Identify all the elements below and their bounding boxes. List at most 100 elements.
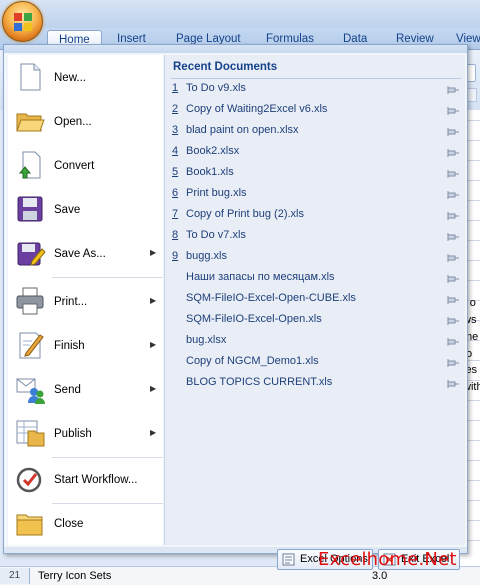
recent-document-item[interactable]: 5 Book1.xls bbox=[172, 163, 462, 181]
recent-document-number: 5 bbox=[172, 166, 179, 178]
submenu-arrow-icon: ▶ bbox=[150, 428, 157, 437]
recent-document-item[interactable]: 8 To Do v7.xls bbox=[172, 226, 462, 244]
recent-document-name: Copy of Waiting2Excel v6.xls bbox=[186, 103, 328, 115]
menu-commands-pane: New... Open... Convert Save Save As... ▶… bbox=[8, 55, 163, 545]
recent-document-name: Book1.xls bbox=[186, 166, 234, 178]
options-icon bbox=[282, 553, 295, 566]
recent-document-item[interactable]: 2 Copy of Waiting2Excel v6.xls bbox=[172, 100, 462, 118]
row-header[interactable]: 21 bbox=[0, 568, 30, 584]
menu-item-send[interactable]: Send ▶ bbox=[8, 367, 163, 411]
finish-document-icon bbox=[14, 329, 46, 361]
menu-item-label: Send bbox=[54, 384, 81, 396]
recent-document-item[interactable]: 9 bugg.xls bbox=[172, 247, 462, 265]
recent-document-name: SQM-FileIO-Excel-Open.xls bbox=[186, 313, 322, 325]
office-menu: New... Open... Convert Save Save As... ▶… bbox=[3, 44, 468, 554]
office-button[interactable] bbox=[2, 1, 43, 42]
menu-item-label: Save As... bbox=[54, 248, 106, 260]
excel-window: Home Insert Page Layout Formulas Data Re… bbox=[0, 0, 480, 585]
pin-icon[interactable] bbox=[446, 314, 460, 325]
recent-document-item[interactable]: bug.xlsx bbox=[172, 331, 462, 349]
recent-document-number: 3 bbox=[172, 124, 179, 136]
menu-item-label: Finish bbox=[54, 340, 85, 352]
submenu-arrow-icon: ▶ bbox=[150, 296, 157, 305]
recent-document-number: 8 bbox=[172, 229, 179, 241]
pin-icon[interactable] bbox=[446, 83, 460, 94]
pin-icon[interactable] bbox=[446, 209, 460, 220]
pin-icon[interactable] bbox=[446, 146, 460, 157]
recent-document-item[interactable]: SQM-FileIO-Excel-Open.xls bbox=[172, 310, 462, 328]
recent-document-number: 4 bbox=[172, 145, 179, 157]
recent-document-item[interactable]: Наши запасы по месяцам.xls bbox=[172, 268, 462, 286]
pin-icon[interactable] bbox=[446, 230, 460, 241]
pin-icon[interactable] bbox=[446, 125, 460, 136]
pin-icon[interactable] bbox=[446, 377, 460, 388]
publish-icon bbox=[14, 417, 46, 449]
recent-document-name: BLOG TOPICS CURRENT.xls bbox=[186, 376, 333, 388]
office-logo-icon bbox=[14, 13, 32, 31]
pin-icon[interactable] bbox=[446, 272, 460, 283]
close-folder-icon bbox=[14, 507, 46, 539]
menu-item-close[interactable]: Close bbox=[8, 501, 163, 545]
recent-document-number: 1 bbox=[172, 82, 179, 94]
menu-item-label: Start Workflow... bbox=[54, 474, 138, 486]
recent-document-item[interactable]: 6 Print bug.xls bbox=[172, 184, 462, 202]
title-bar bbox=[0, 0, 480, 28]
menu-item-label: Publish bbox=[54, 428, 92, 440]
submenu-arrow-icon: ▶ bbox=[150, 384, 157, 393]
recent-documents-pane: Recent Documents 1 To Do v9.xls 2 Copy of W… bbox=[164, 55, 465, 545]
pin-icon[interactable] bbox=[446, 293, 460, 304]
menu-top-strip bbox=[4, 45, 467, 53]
recent-document-name: Book2.xlsx bbox=[186, 145, 240, 157]
recent-document-number: 7 bbox=[172, 208, 179, 220]
pin-icon[interactable] bbox=[446, 104, 460, 115]
workflow-icon bbox=[14, 463, 46, 495]
recent-document-item[interactable]: SQM-FileIO-Excel-Open-CUBE.xls bbox=[172, 289, 462, 307]
menu-item-open[interactable]: Open... bbox=[8, 99, 163, 143]
menu-item-convert[interactable]: Convert bbox=[8, 143, 163, 187]
menu-item-publish[interactable]: Publish ▶ bbox=[8, 411, 163, 455]
recent-document-item[interactable]: 1 To Do v9.xls bbox=[172, 79, 462, 97]
printer-icon bbox=[14, 285, 46, 317]
recent-document-item[interactable]: 4 Book2.xlsx bbox=[172, 142, 462, 160]
pin-icon[interactable] bbox=[446, 167, 460, 178]
recent-document-item[interactable]: BLOG TOPICS CURRENT.xls bbox=[172, 373, 462, 391]
recent-document-name: Print bug.xls bbox=[186, 187, 247, 199]
convert-icon bbox=[14, 149, 46, 181]
recent-document-item[interactable]: Copy of NGCM_Demo1.xls bbox=[172, 352, 462, 370]
menu-item-label: Save bbox=[54, 204, 81, 216]
send-people-icon bbox=[14, 373, 46, 405]
recent-document-item[interactable]: 7 Copy of Print bug (2).xls bbox=[172, 205, 462, 223]
recent-document-name: SQM-FileIO-Excel-Open-CUBE.xls bbox=[186, 292, 356, 304]
menu-item-save[interactable]: Save bbox=[8, 187, 163, 231]
recent-document-number: 2 bbox=[172, 103, 179, 115]
recent-document-number: 6 bbox=[172, 187, 179, 199]
recent-document-name: bug.xlsx bbox=[186, 334, 227, 346]
recent-document-item[interactable]: 3 blad paint on open.xlsx bbox=[172, 121, 462, 139]
pin-icon[interactable] bbox=[446, 251, 460, 262]
pin-icon[interactable] bbox=[446, 335, 460, 346]
recent-documents-title: Recent Documents bbox=[173, 61, 278, 73]
recent-document-name: Наши запасы по месяцам.xls bbox=[186, 271, 335, 283]
menu-item-label: Convert bbox=[54, 160, 95, 172]
menu-item-label: Close bbox=[54, 518, 84, 530]
recent-document-number: 9 bbox=[172, 250, 179, 262]
pin-icon[interactable] bbox=[446, 188, 460, 199]
submenu-arrow-icon: ▶ bbox=[150, 248, 157, 257]
submenu-arrow-icon: ▶ bbox=[150, 340, 157, 349]
recent-document-name: To Do v7.xls bbox=[186, 229, 246, 241]
menu-item-label: Print... bbox=[54, 296, 88, 308]
recent-document-name: Copy of NGCM_Demo1.xls bbox=[186, 355, 319, 367]
menu-item-finish[interactable]: Finish ▶ bbox=[8, 323, 163, 367]
row-cell-value[interactable]: 3.0 bbox=[372, 568, 387, 584]
menu-item-new[interactable]: New... bbox=[8, 55, 163, 99]
pin-icon[interactable] bbox=[446, 356, 460, 367]
recent-document-name: bugg.xls bbox=[186, 250, 227, 262]
menu-item-print[interactable]: Print... ▶ bbox=[8, 279, 163, 323]
menu-separator bbox=[52, 277, 163, 278]
save-disk-icon bbox=[14, 193, 46, 225]
recent-document-name: blad paint on open.xlsx bbox=[186, 124, 299, 136]
menu-item-start-workflow[interactable]: Start Workflow... bbox=[8, 457, 163, 501]
open-folder-icon bbox=[14, 105, 46, 137]
row-cell-text[interactable]: Terry Icon Sets bbox=[38, 568, 111, 584]
menu-item-save-as[interactable]: Save As... ▶ bbox=[8, 231, 163, 275]
